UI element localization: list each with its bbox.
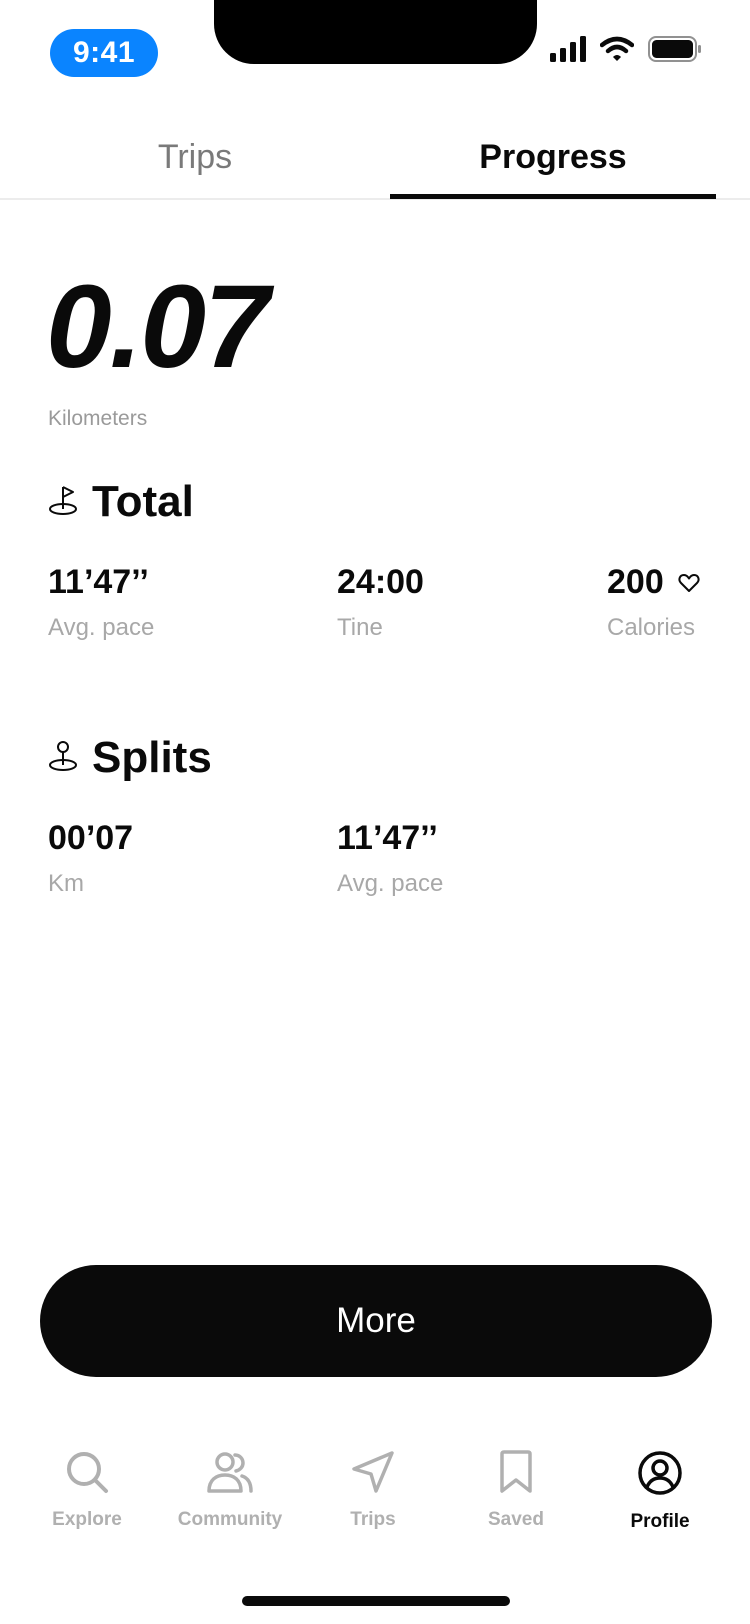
stat-value: 11’47’’ bbox=[337, 819, 438, 857]
splits-title: Splits bbox=[92, 733, 212, 782]
nav-label: Saved bbox=[488, 1509, 544, 1530]
splits-km: 00’07 Km bbox=[48, 819, 133, 898]
stat-value: 24:00 bbox=[337, 563, 424, 601]
nav-label: Explore bbox=[52, 1509, 122, 1530]
total-title: Total bbox=[92, 477, 194, 526]
nav-explore[interactable]: Explore bbox=[12, 1450, 162, 1531]
stat-value: 00’07 bbox=[48, 819, 134, 857]
bookmark-icon bbox=[498, 1450, 534, 1499]
nav-label: Trips bbox=[350, 1509, 396, 1530]
nav-profile[interactable]: Profile bbox=[585, 1450, 735, 1533]
tab-progress[interactable]: Progress bbox=[390, 138, 716, 177]
stat-value: 200 bbox=[607, 563, 664, 601]
stat-label: Km bbox=[48, 870, 84, 897]
location-pin-icon bbox=[48, 740, 78, 777]
total-section-header: Total bbox=[48, 477, 194, 527]
total-calories: 200 Calories bbox=[607, 563, 700, 642]
signal-icon bbox=[550, 36, 586, 67]
active-tab-indicator bbox=[390, 194, 716, 199]
heart-icon[interactable] bbox=[678, 563, 700, 602]
stat-label: Avg. pace bbox=[48, 614, 155, 641]
tab-trips[interactable]: Trips bbox=[95, 138, 295, 177]
nav-label: Community bbox=[177, 1509, 283, 1530]
users-icon bbox=[206, 1450, 254, 1499]
stat-label: Avg. pace bbox=[337, 870, 444, 897]
search-icon bbox=[65, 1450, 109, 1499]
stat-label: Calories bbox=[607, 614, 696, 641]
distance-unit: Kilometers bbox=[48, 407, 148, 430]
nav-trips[interactable]: Trips bbox=[298, 1450, 448, 1531]
navigation-icon bbox=[351, 1450, 395, 1499]
home-indicator bbox=[242, 1596, 510, 1606]
total-time: 24:00 Tine bbox=[337, 563, 424, 642]
status-icons bbox=[550, 36, 702, 67]
status-bar: 9:41 bbox=[0, 0, 750, 100]
device-notch bbox=[214, 0, 537, 64]
bottom-nav: Explore Community Trips Saved Profile bbox=[0, 1450, 750, 1560]
more-button[interactable]: More bbox=[40, 1265, 712, 1377]
total-avg-pace: 11’47’’ Avg. pace bbox=[48, 563, 154, 642]
tab-bar: Trips Progress bbox=[0, 130, 750, 200]
splits-avg-pace: 11’47’’ Avg. pace bbox=[337, 819, 443, 898]
nav-community[interactable]: Community bbox=[155, 1450, 305, 1531]
splits-section-header: Splits bbox=[48, 733, 212, 783]
stat-label: Tine bbox=[337, 614, 383, 641]
status-time: 9:41 bbox=[50, 29, 158, 77]
battery-icon bbox=[648, 36, 702, 67]
nav-label: Profile bbox=[630, 1511, 690, 1532]
distance-value: 0.07 bbox=[46, 261, 270, 393]
profile-icon bbox=[637, 1450, 683, 1501]
flag-pin-icon bbox=[48, 484, 78, 521]
nav-saved[interactable]: Saved bbox=[441, 1450, 591, 1531]
stat-value: 11’47’’ bbox=[48, 563, 149, 601]
wifi-icon bbox=[599, 36, 635, 67]
